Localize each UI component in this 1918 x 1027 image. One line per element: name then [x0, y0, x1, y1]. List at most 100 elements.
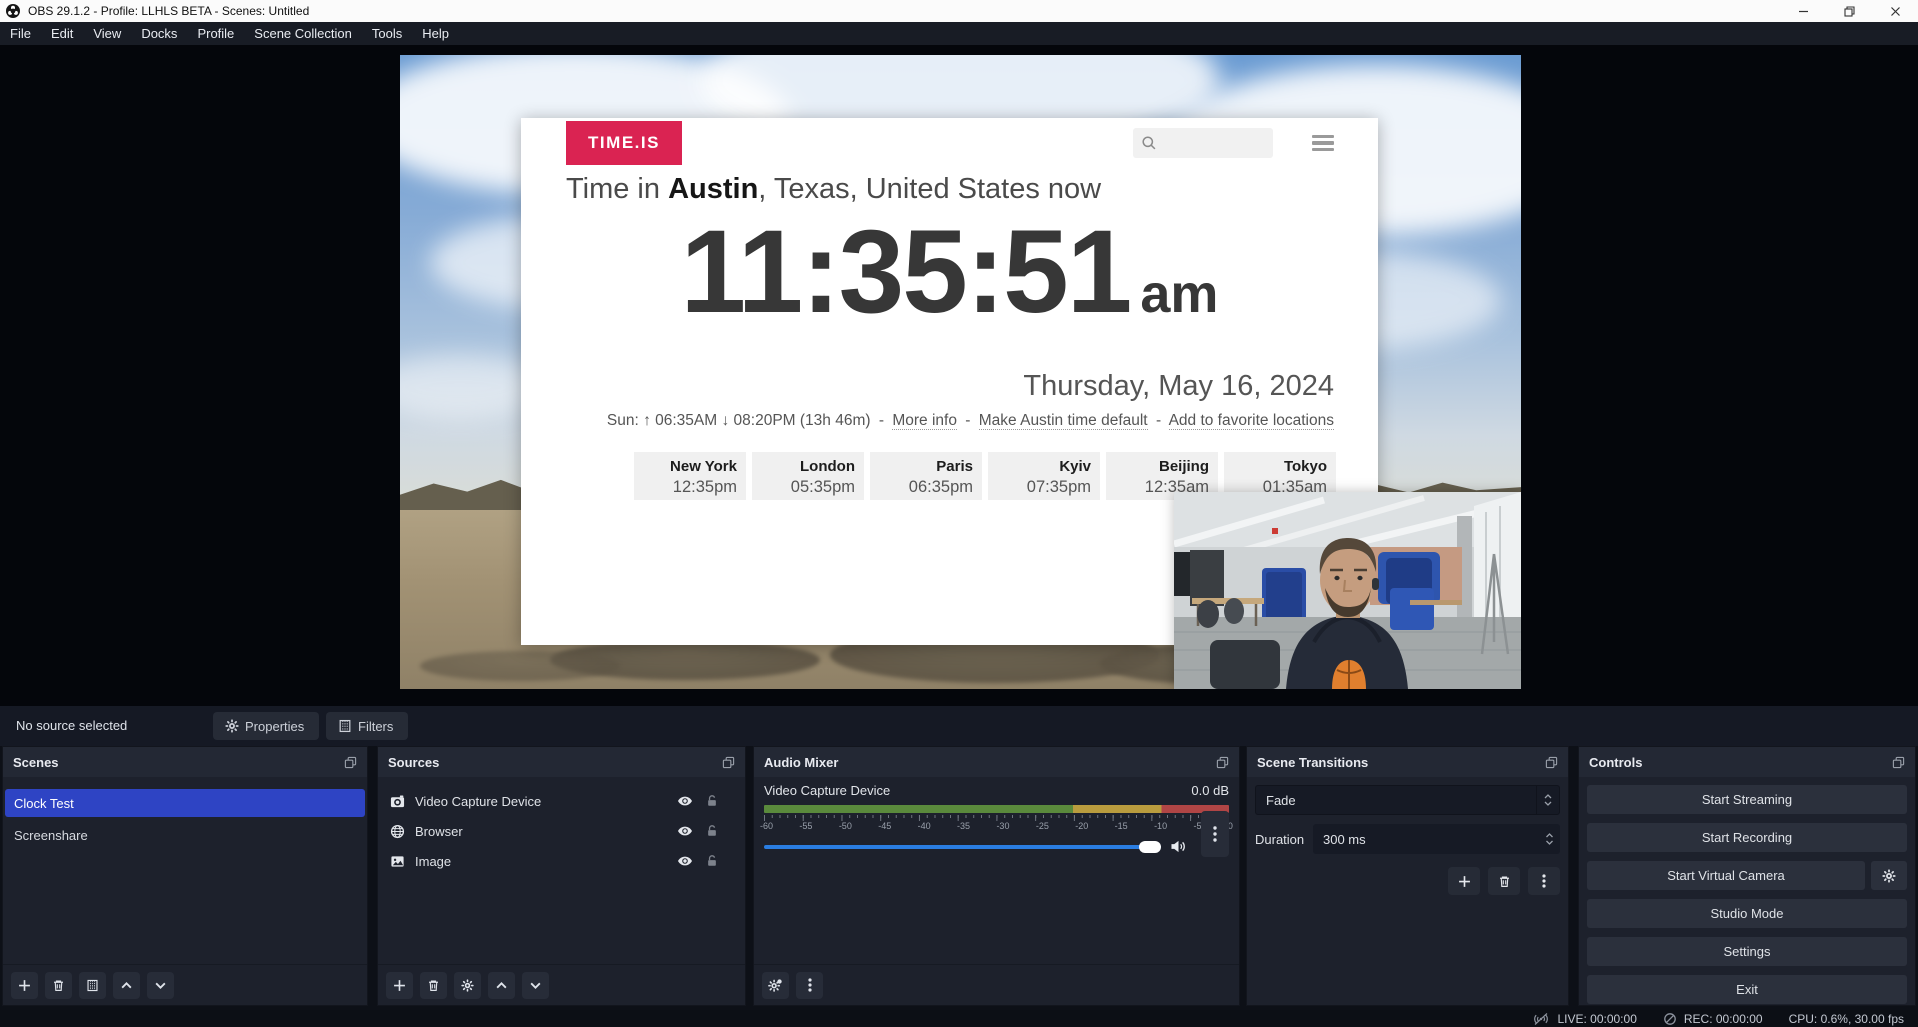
move-source-down-button[interactable] [522, 972, 549, 999]
mixer-channel-label: Video Capture Device 0.0 dB [764, 783, 1229, 798]
make-default-link[interactable]: Make Austin time default [979, 412, 1148, 430]
city-card-paris[interactable]: Paris 06:35pm [870, 452, 982, 500]
status-bar: LIVE: 00:00:00 REC: 00:00:00 CPU: 0.6%, … [0, 1010, 1918, 1027]
lock-icon[interactable] [705, 824, 719, 838]
desert-mound [420, 651, 620, 681]
hamburger-menu-icon[interactable] [1312, 135, 1334, 151]
source-context-toolbar: No source selected Properties Filters [0, 706, 1918, 746]
move-scene-down-button[interactable] [147, 972, 174, 999]
visibility-eye-icon[interactable] [677, 793, 693, 809]
mixer-toolbar [754, 964, 1239, 1005]
menu-bar: File Edit View Docks Profile Scene Colle… [0, 22, 1918, 45]
visibility-eye-icon[interactable] [677, 823, 693, 839]
live-status: LIVE: 00:00:00 [1532, 1012, 1636, 1026]
chevron-up-down-icon [1536, 786, 1559, 814]
scenes-panel: Scenes Clock Test Screenshare [2, 746, 368, 1006]
popout-icon[interactable] [1216, 756, 1229, 769]
menu-view[interactable]: View [83, 22, 131, 45]
preview-area: TIME.IS Time in Austin, Texas, United St… [0, 45, 1918, 706]
timeis-logo: TIME.IS [566, 121, 682, 165]
transition-select[interactable]: Fade [1255, 785, 1560, 815]
scene-transitions-panel: Scene Transitions Fade Duration 300 ms [1246, 746, 1569, 1006]
add-transition-button[interactable] [1448, 867, 1480, 895]
exit-button[interactable]: Exit [1587, 975, 1907, 1004]
search-icon [1141, 135, 1157, 151]
source-item-video-capture[interactable]: Video Capture Device [378, 786, 745, 816]
settings-button[interactable]: Settings [1587, 937, 1907, 966]
clock: 11:35:51am [521, 208, 1378, 338]
menu-docks[interactable]: Docks [131, 22, 187, 45]
audio-mixer-panel: Audio Mixer Video Capture Device 0.0 dB … [753, 746, 1240, 1006]
speaker-icon[interactable] [1170, 839, 1187, 854]
dock-area: Scenes Clock Test Screenshare Sources [0, 746, 1918, 1010]
title-bar: OBS 29.1.2 - Profile: LLHLS BETA - Scene… [0, 0, 1918, 22]
remove-scene-button[interactable] [45, 972, 72, 999]
level-db-value: 0.0 dB [1191, 783, 1229, 798]
advanced-audio-button[interactable] [762, 972, 789, 999]
move-scene-up-button[interactable] [113, 972, 140, 999]
menu-file[interactable]: File [0, 22, 41, 45]
duration-spinner[interactable]: 300 ms [1313, 824, 1560, 854]
move-source-up-button[interactable] [488, 972, 515, 999]
restore-button[interactable] [1826, 0, 1872, 22]
add-source-button[interactable] [386, 972, 413, 999]
studio-mode-button[interactable]: Studio Mode [1587, 899, 1907, 928]
mixer-menu-button[interactable] [796, 972, 823, 999]
minimize-button[interactable] [1780, 0, 1826, 22]
record-off-icon [1663, 1012, 1677, 1026]
scenes-toolbar [3, 964, 367, 1005]
start-virtual-camera-button[interactable]: Start Virtual Camera [1587, 861, 1865, 890]
popout-icon[interactable] [1545, 756, 1558, 769]
remove-transition-button[interactable] [1488, 867, 1520, 895]
camera-icon [390, 794, 405, 809]
remove-source-button[interactable] [420, 972, 447, 999]
scene-preview-canvas[interactable]: TIME.IS Time in Austin, Texas, United St… [400, 55, 1521, 689]
scene-item-clock-test[interactable]: Clock Test [5, 789, 365, 817]
lock-icon[interactable] [705, 794, 719, 808]
menu-scene-collection[interactable]: Scene Collection [244, 22, 362, 45]
close-button[interactable] [1872, 0, 1918, 22]
menu-help[interactable]: Help [412, 22, 459, 45]
search-input[interactable] [1133, 128, 1273, 158]
city-name: Austin [668, 173, 758, 205]
filters-button[interactable]: Filters [326, 712, 408, 740]
sun-info-line: Sun: ↑ 06:35AM ↓ 08:20PM (13h 46m) - Mor… [607, 412, 1334, 430]
city-card-kyiv[interactable]: Kyiv 07:35pm [988, 452, 1100, 500]
duration-label: Duration [1255, 832, 1313, 847]
clock-time: 11:35:51 [681, 206, 1131, 338]
scene-item-screenshare[interactable]: Screenshare [5, 821, 365, 849]
menu-tools[interactable]: Tools [362, 22, 412, 45]
add-scene-button[interactable] [11, 972, 38, 999]
start-recording-button[interactable]: Start Recording [1587, 823, 1907, 852]
virtual-camera-config-button[interactable] [1871, 861, 1907, 890]
city-card-london[interactable]: London 05:35pm [752, 452, 864, 500]
meter-tick-labels: -60-55-50-45-40-35-30-25-20-15-10-50 [760, 821, 1233, 831]
properties-button[interactable]: Properties [213, 712, 319, 740]
more-info-link[interactable]: More info [892, 412, 957, 430]
date-line: Thursday, May 16, 2024 [1023, 370, 1334, 403]
popout-icon[interactable] [344, 756, 357, 769]
webcam-overlay [1174, 492, 1521, 689]
add-favorite-link[interactable]: Add to favorite locations [1169, 412, 1334, 430]
popout-icon[interactable] [1892, 756, 1905, 769]
scene-transitions-header: Scene Transitions [1247, 747, 1568, 777]
visibility-eye-icon[interactable] [677, 853, 693, 869]
volume-slider[interactable] [764, 845, 1161, 849]
source-properties-button[interactable] [454, 972, 481, 999]
source-item-image[interactable]: Image [378, 846, 745, 876]
scene-filters-button[interactable] [79, 972, 106, 999]
lock-icon[interactable] [705, 854, 719, 868]
menu-edit[interactable]: Edit [41, 22, 83, 45]
source-item-browser[interactable]: Browser [378, 816, 745, 846]
mixer-options-button[interactable] [1201, 811, 1229, 857]
globe-icon [390, 824, 405, 839]
spinner-arrows-icon[interactable] [1538, 824, 1560, 854]
clock-ampm: am [1140, 264, 1218, 324]
city-card-new-york[interactable]: New York 12:35pm [634, 452, 746, 500]
popout-icon[interactable] [722, 756, 735, 769]
menu-profile[interactable]: Profile [187, 22, 244, 45]
transition-menu-button[interactable] [1528, 867, 1560, 895]
start-streaming-button[interactable]: Start Streaming [1587, 785, 1907, 814]
volume-slider-handle[interactable] [1139, 841, 1161, 853]
cpu-fps-status: CPU: 0.6%, 30.00 fps [1789, 1012, 1904, 1026]
